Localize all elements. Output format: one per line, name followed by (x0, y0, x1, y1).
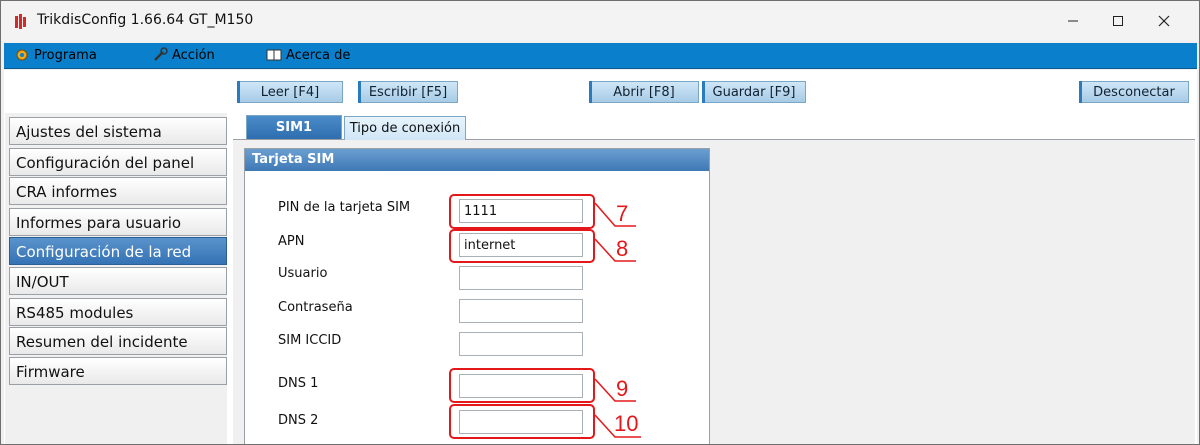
apn-label: APN (278, 234, 305, 249)
callout-box-10 (449, 404, 595, 439)
callout-box-9 (449, 368, 595, 403)
dns1-label: DNS 1 (278, 376, 319, 391)
sidebar-item-ajustes[interactable]: Ajustes del sistema (9, 117, 227, 145)
sidebar-item-cra[interactable]: CRA informes (9, 177, 227, 205)
sidebar-item-resumen[interactable]: Resumen del incidente (9, 327, 227, 355)
maximize-button[interactable] (1098, 7, 1138, 35)
menu-bar: Programa Acción Acerca de (4, 43, 1197, 69)
dns2-label: DNS 2 (278, 413, 319, 428)
open-button[interactable]: Abrir [F8] (589, 81, 699, 103)
menu-acerca-label: Acerca de (286, 47, 351, 63)
minimize-button[interactable] (1053, 7, 1093, 35)
pin-label: PIN de la tarjeta SIM (278, 200, 411, 215)
close-icon (1158, 15, 1170, 27)
password-label: Contraseña (278, 300, 353, 315)
disconnect-button[interactable]: Desconectar (1079, 81, 1189, 103)
user-input[interactable] (459, 266, 583, 290)
callout-box-8 (449, 229, 595, 263)
menu-programa[interactable]: Programa (14, 47, 97, 63)
callout-number-7: 7 (616, 201, 629, 226)
save-button[interactable]: Guardar [F9] (702, 81, 806, 103)
app-logo-icon (15, 14, 26, 29)
callout-number-9: 9 (616, 376, 629, 401)
menu-programa-label: Programa (34, 47, 97, 63)
window-title: TrikdisConfig 1.66.64 GT_M150 (37, 12, 254, 28)
menu-acerca[interactable]: Acerca de (266, 47, 350, 63)
write-button[interactable]: Escribir [F5] (358, 81, 458, 103)
tab-sim1[interactable]: SIM1 (246, 115, 342, 139)
title-bar: TrikdisConfig 1.66.64 GT_M150 (1, 1, 1199, 41)
menu-accion-label: Acción (172, 47, 215, 63)
maximize-icon (1113, 16, 1123, 26)
sidebar-item-red[interactable]: Configuración de la red (9, 237, 227, 265)
app-window: TrikdisConfig 1.66.64 GT_M150 Programa A… (0, 0, 1200, 445)
sidebar-item-firmware[interactable]: Firmware (9, 357, 227, 385)
book-icon (266, 49, 282, 61)
sidebar-item-informes[interactable]: Informes para usuario (9, 208, 227, 236)
callout-number-8: 8 (616, 236, 629, 261)
sidebar-item-rs485[interactable]: RS485 modules (9, 298, 227, 326)
password-input[interactable] (459, 299, 583, 323)
callout-box-7 (449, 194, 595, 229)
tab-tipo-conexion[interactable]: Tipo de conexión (344, 116, 466, 140)
sidebar: Ajustes del sistema Configuración del pa… (5, 113, 227, 444)
minimize-icon (1068, 20, 1078, 22)
menu-accion[interactable]: Acción (152, 47, 215, 63)
callout-number-10: 10 (614, 411, 639, 436)
sim-group-title: Tarjeta SIM (245, 149, 709, 171)
iccid-input[interactable] (459, 332, 583, 356)
wrench-icon (154, 47, 168, 61)
callout-leaders (594, 202, 641, 438)
sidebar-item-inout[interactable]: IN/OUT (9, 267, 227, 295)
iccid-label: SIM ICCID (278, 333, 342, 348)
gear-icon (16, 49, 28, 61)
sidebar-item-panel[interactable]: Configuración del panel (9, 148, 227, 176)
close-button[interactable] (1144, 7, 1184, 35)
user-label: Usuario (278, 266, 328, 281)
read-button[interactable]: Leer [F4] (237, 81, 343, 103)
